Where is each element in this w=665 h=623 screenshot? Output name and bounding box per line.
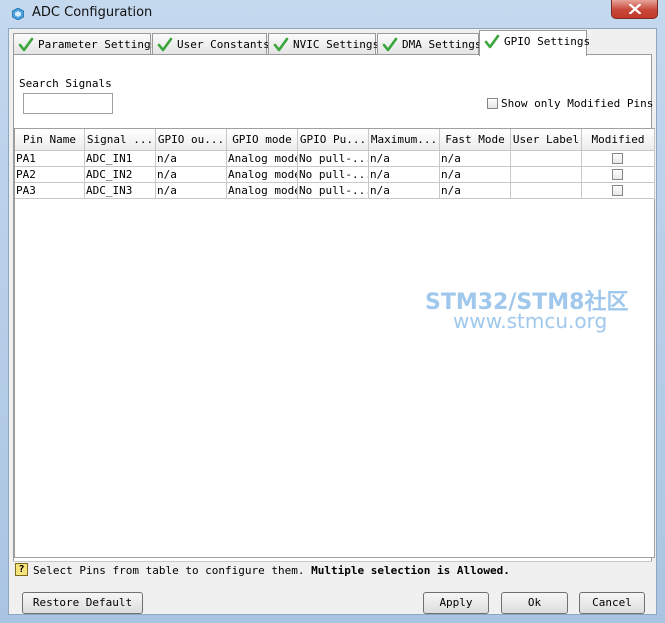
app-icon <box>12 8 24 20</box>
table-cell-modified[interactable] <box>582 151 655 167</box>
table-cell-user-label[interactable] <box>511 151 582 167</box>
help-icon: ? <box>15 563 28 576</box>
check-icon <box>382 37 398 52</box>
close-button[interactable] <box>611 0 658 19</box>
search-signals-input[interactable] <box>23 93 113 114</box>
table-cell-maximum[interactable]: n/a <box>369 167 440 183</box>
status-bar: ? Select Pins from table to configure th… <box>13 561 652 579</box>
column-header-modified[interactable]: Modified <box>582 129 655 151</box>
column-header-maximum[interactable]: Maximum... <box>369 129 440 151</box>
check-icon <box>273 37 289 52</box>
check-icon <box>157 37 173 52</box>
column-header-gpio-output[interactable]: GPIO ou... <box>156 129 227 151</box>
title-bar[interactable]: ADC Configuration <box>0 0 665 28</box>
restore-default-button[interactable]: Restore Default <box>22 592 143 614</box>
modified-checkbox[interactable] <box>612 185 623 196</box>
close-icon <box>629 4 641 14</box>
tab-label: User Constants <box>177 38 270 51</box>
status-message-bold: Multiple selection is Allowed. <box>311 564 510 577</box>
table-cell-signal[interactable]: ADC_IN3 <box>85 183 156 199</box>
table-cell-fast-mode[interactable]: n/a <box>440 151 511 167</box>
column-header-signal[interactable]: Signal ... <box>85 129 156 151</box>
table-cell-fast-mode[interactable]: n/a <box>440 167 511 183</box>
table-cell-fast-mode[interactable]: n/a <box>440 183 511 199</box>
watermark-url: www.stmcu.org <box>453 309 608 333</box>
tab-user-constants[interactable]: User Constants <box>152 33 270 55</box>
tab-label: NVIC Settings <box>293 38 380 51</box>
tab-label: DMA Settings <box>402 38 482 51</box>
table-cell-maximum[interactable]: n/a <box>369 183 440 199</box>
table-cell-gpio-output[interactable]: n/a <box>156 167 227 183</box>
table-cell-maximum[interactable]: n/a <box>369 151 440 167</box>
column-header-user-label[interactable]: User Label <box>511 129 582 151</box>
apply-button[interactable]: Apply <box>423 592 489 614</box>
tab-label: Parameter Settings <box>38 38 158 51</box>
column-header-fast-mode[interactable]: Fast Mode <box>440 129 511 151</box>
modified-checkbox[interactable] <box>612 153 623 164</box>
show-only-modified-checkbox[interactable]: Show only Modified Pins <box>487 97 653 110</box>
table-cell-gpio-pull[interactable]: No pull-... <box>298 183 369 199</box>
status-text: Select Pins from table to configure them… <box>33 564 510 577</box>
check-icon <box>484 34 500 49</box>
tab-label: GPIO Settings <box>504 35 591 48</box>
table-cell-gpio-output[interactable]: n/a <box>156 183 227 199</box>
window-title: ADC Configuration <box>32 5 153 20</box>
table-cell-modified[interactable] <box>582 167 655 183</box>
tab-dma-settings[interactable]: DMA Settings <box>377 33 482 55</box>
table-cell-pin-name[interactable]: PA3 <box>15 183 85 199</box>
table-cell-gpio-mode[interactable]: Analog mode <box>227 183 298 199</box>
show-only-modified-label: Show only Modified Pins <box>501 97 654 110</box>
table-cell-signal[interactable]: ADC_IN2 <box>85 167 156 183</box>
table-cell-gpio-pull[interactable]: No pull-... <box>298 151 369 167</box>
tab-nvic-settings[interactable]: NVIC Settings <box>268 33 380 55</box>
table-cell-gpio-mode[interactable]: Analog mode <box>227 151 298 167</box>
table-cell-gpio-output[interactable]: n/a <box>156 151 227 167</box>
ok-button[interactable]: Ok <box>501 592 568 614</box>
table-cell-pin-name[interactable]: PA2 <box>15 167 85 183</box>
status-message: Select Pins from table to configure them… <box>33 564 312 577</box>
column-header-gpio-pull[interactable]: GPIO Pu... <box>298 129 369 151</box>
table-cell-user-label[interactable] <box>511 167 582 183</box>
cancel-button[interactable]: Cancel <box>579 592 645 614</box>
tab-parameter-settings[interactable]: Parameter Settings <box>13 33 157 55</box>
table-cell-gpio-pull[interactable]: No pull-... <box>298 167 369 183</box>
modified-checkbox[interactable] <box>612 169 623 180</box>
table-cell-signal[interactable]: ADC_IN1 <box>85 151 156 167</box>
adc-configuration-window: ADC Configuration Parameter Settings Use… <box>0 0 665 623</box>
checkbox-box[interactable] <box>487 98 498 109</box>
check-icon <box>18 37 34 52</box>
table-cell-gpio-mode[interactable]: Analog mode <box>227 167 298 183</box>
column-header-gpio-mode[interactable]: GPIO mode <box>227 129 298 151</box>
table-cell-modified[interactable] <box>582 183 655 199</box>
search-signals-label: Search Signals <box>19 77 112 90</box>
table-cell-user-label[interactable] <box>511 183 582 199</box>
table-cell-pin-name[interactable]: PA1 <box>15 151 85 167</box>
tab-gpio-settings[interactable]: GPIO Settings <box>479 30 591 56</box>
column-header-pin-name[interactable]: Pin Name <box>15 129 85 151</box>
pin-table[interactable]: Pin Name Signal ... GPIO ou... GPIO mode GPI… <box>14 128 655 558</box>
